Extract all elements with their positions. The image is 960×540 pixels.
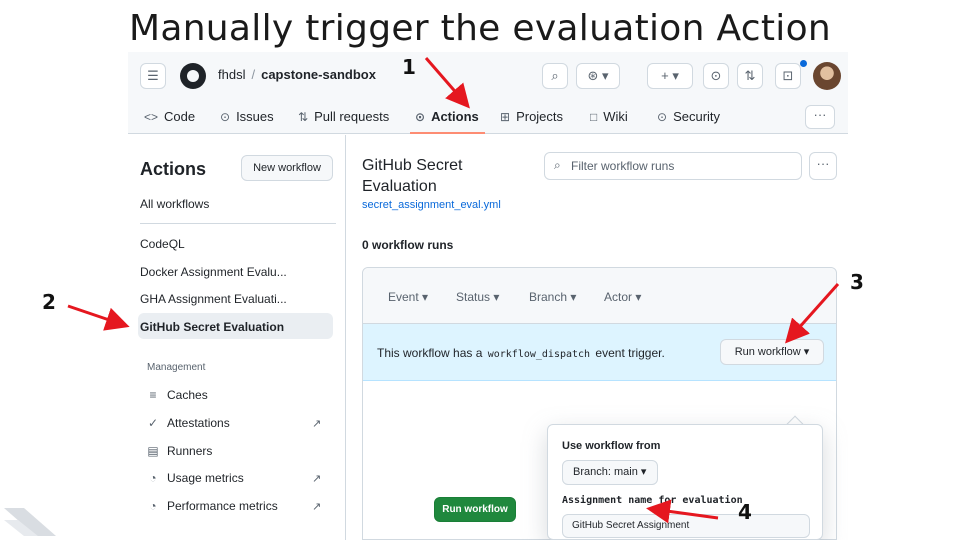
issues-icon[interactable]: ⊙ xyxy=(703,63,729,89)
tab-label: Issues xyxy=(236,109,274,124)
banner-suffix: event trigger. xyxy=(595,346,665,360)
runs-filter-bar: Event ▾ Status ▾ Branch ▾ Actor ▾ xyxy=(363,268,836,324)
sidebar-title: Actions xyxy=(140,159,207,179)
global-header: ☰ fhdsl / capstone-sandbox ⌕ ⊛ ▾ + ▾ ⊙ ⇅ ⊡ xyxy=(128,52,848,100)
tab-label: Pull requests xyxy=(314,109,390,124)
status-filter-dropdown[interactable]: Status ▾ xyxy=(456,290,499,304)
run-workflow-submit-button[interactable]: Run workflow xyxy=(434,497,516,522)
tab-issues[interactable]: ⊙ Issues xyxy=(220,109,274,124)
meter-icon: ◔ xyxy=(149,499,157,513)
sidebar-item-github-secret-evaluation[interactable]: GitHub Secret Evaluation xyxy=(140,320,284,334)
plus-icon[interactable]: + ▾ xyxy=(647,63,693,89)
repo-tabs: <> Code ⊙ Issues ⇅ Pull requests ⊙ Actions ⊞… xyxy=(128,100,848,134)
tabs-overflow-button[interactable]: ··· xyxy=(805,105,835,129)
step-4-label: 4 xyxy=(738,500,752,524)
copilot-icon[interactable]: ⊛ ▾ xyxy=(576,63,620,89)
step-2-label: 2 xyxy=(42,290,56,314)
pull-request-icon: ⇅ xyxy=(298,109,309,124)
filter-placeholder: Filter workflow runs xyxy=(571,159,675,173)
workflow-runs-count: 0 workflow runs xyxy=(362,238,454,252)
repo-link[interactable]: capstone-sandbox xyxy=(261,67,376,82)
inbox-icon[interactable]: ⊡ xyxy=(775,63,801,89)
more-options-button[interactable]: ··· xyxy=(809,152,837,180)
use-workflow-from-label: Use workflow from xyxy=(562,440,661,452)
github-logo-icon[interactable] xyxy=(180,63,206,89)
play-icon: ⊙ xyxy=(415,109,426,124)
tab-label: Wiki xyxy=(603,109,628,124)
assignment-name-input[interactable]: GitHub Secret Assignment xyxy=(562,514,810,538)
external-link-icon: ↗ xyxy=(312,418,322,430)
banner-text: This workflow has a workflow_dispatch ev… xyxy=(377,346,665,360)
external-link-icon: ↗ xyxy=(312,501,322,513)
run-workflow-popover: Use workflow from Branch: main ▾ Assignm… xyxy=(547,424,823,540)
tab-code[interactable]: <> Code xyxy=(144,109,195,124)
search-icon: ⌕ xyxy=(554,158,561,172)
logo-watermark xyxy=(4,508,56,536)
tab-label: Code xyxy=(164,109,196,124)
check-circle-icon: ✓ xyxy=(147,416,159,430)
slide-title: Manually trigger the evaluation Action xyxy=(128,8,832,49)
database-icon: ≡ xyxy=(149,388,157,402)
meter-icon: ◔ xyxy=(149,471,157,485)
active-tab-indicator xyxy=(410,132,485,134)
sidebar-item-performance-metrics[interactable]: ◔ Performance metrics xyxy=(146,499,278,513)
tab-actions[interactable]: ⊙ Actions xyxy=(415,109,479,124)
sidebar-item-label: Performance metrics xyxy=(167,499,278,513)
sidebar-item-runners[interactable]: ▤ Runners xyxy=(146,444,212,458)
actions-sidebar: Actions New workflow All workflows CodeQ… xyxy=(128,135,346,540)
shield-icon: ⊙ xyxy=(657,109,668,124)
menu-icon[interactable]: ☰ xyxy=(140,63,166,89)
tab-label: Projects xyxy=(516,109,564,124)
owner-link[interactable]: fhdsl xyxy=(218,67,245,82)
sidebar-item-label: Attestations xyxy=(167,416,230,430)
tab-pull-requests[interactable]: ⇅ Pull requests xyxy=(298,109,389,124)
breadcrumb: fhdsl / capstone-sandbox xyxy=(218,67,376,82)
workflow-file-link[interactable]: secret_assignment_eval.yml xyxy=(362,199,501,211)
step-1-label: 1 xyxy=(402,55,416,79)
book-icon: □ xyxy=(590,109,598,124)
tab-security[interactable]: ⊙ Security xyxy=(657,109,720,124)
server-icon: ▤ xyxy=(147,444,159,458)
pull-request-icon[interactable]: ⇅ xyxy=(737,63,763,89)
tab-projects[interactable]: ⊞ Projects xyxy=(500,109,563,124)
search-icon[interactable]: ⌕ xyxy=(542,63,568,89)
sidebar-item-attestations[interactable]: ✓ Attestations xyxy=(146,416,230,430)
sidebar-item-usage-metrics[interactable]: ◔ Usage metrics xyxy=(146,471,244,485)
tab-label: Security xyxy=(673,109,721,124)
table-icon: ⊞ xyxy=(500,109,511,124)
dispatch-trigger-banner: This workflow has a workflow_dispatch ev… xyxy=(363,324,836,381)
notification-dot xyxy=(800,60,807,67)
sidebar-item-gha-assignment[interactable]: GHA Assignment Evaluati... xyxy=(140,292,287,306)
branch-select-button[interactable]: Branch: main ▾ xyxy=(562,460,658,485)
avatar[interactable] xyxy=(813,62,841,90)
new-workflow-button[interactable]: New workflow xyxy=(241,155,333,181)
sidebar-item-docker-assignment[interactable]: Docker Assignment Evalu... xyxy=(140,265,287,279)
banner-code: workflow_dispatch xyxy=(487,349,591,360)
banner-prefix: This workflow has a xyxy=(377,346,483,360)
tab-wiki[interactable]: □ Wiki xyxy=(590,109,628,124)
arrow-step-2 xyxy=(67,304,130,331)
workflow-title: GitHub Secret Evaluation xyxy=(362,157,463,195)
issues-icon: ⊙ xyxy=(220,109,231,124)
run-workflow-dropdown-button[interactable]: Run workflow ▾ xyxy=(720,339,824,365)
breadcrumb-separator: / xyxy=(251,67,256,82)
github-screenshot: ☰ fhdsl / capstone-sandbox ⌕ ⊛ ▾ + ▾ ⊙ ⇅ ⊡… xyxy=(128,52,848,540)
sidebar-item-label: Runners xyxy=(167,444,213,458)
sidebar-divider xyxy=(140,223,336,224)
assignment-name-label: Assignment name for evaluation xyxy=(562,495,743,506)
actor-filter-dropdown[interactable]: Actor ▾ xyxy=(604,290,641,304)
external-link-icon: ↗ xyxy=(312,473,322,485)
sidebar-item-label: Caches xyxy=(167,388,208,402)
event-filter-dropdown[interactable]: Event ▾ xyxy=(388,290,428,304)
sidebar-item-codeql[interactable]: CodeQL xyxy=(140,237,185,251)
sidebar-item-caches[interactable]: ≡ Caches xyxy=(146,388,208,402)
management-heading: Management xyxy=(147,362,206,373)
sidebar-item-label: Usage metrics xyxy=(167,471,244,485)
sidebar-item-all-workflows[interactable]: All workflows xyxy=(140,197,209,211)
code-icon: <> xyxy=(144,109,159,124)
branch-filter-dropdown[interactable]: Branch ▾ xyxy=(529,290,576,304)
step-3-label: 3 xyxy=(850,270,864,294)
filter-workflow-runs-input[interactable]: ⌕ Filter workflow runs xyxy=(544,152,802,180)
tab-label: Actions xyxy=(431,109,479,124)
